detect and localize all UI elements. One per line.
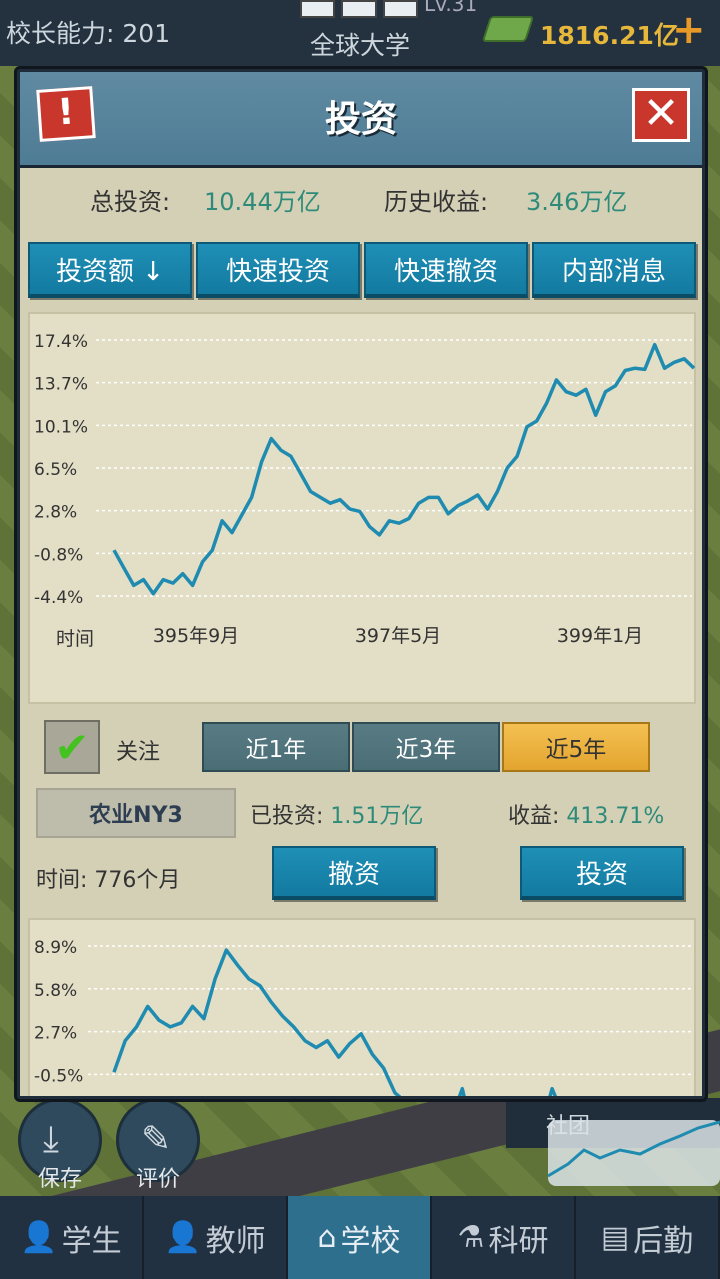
dialog-title: 投资 [324, 99, 397, 140]
x-tick-label: 399年1月 [557, 625, 643, 647]
school-level: Lv.31 [424, 0, 478, 16]
range-selector: 近1年 近3年 近5年 [202, 722, 650, 772]
top-bar: 校长能力: 201 Lv.31 全球大学 1816.21亿 + [0, 0, 720, 66]
time-label: 时间: [36, 868, 88, 893]
y-tick-label: 6.5% [34, 460, 77, 480]
nav-school[interactable]: ⌂ 学校 [288, 1196, 432, 1279]
nav-school-label: 学校 [340, 1223, 401, 1259]
quick-invest-button[interactable]: 快速投资 [196, 242, 360, 298]
invested-info: 已投资: 1.51万亿 [250, 798, 423, 830]
nav-teachers[interactable]: 👤 教师 [144, 1196, 288, 1279]
watch-checkbox[interactable]: ✔ [44, 720, 100, 774]
nav-research[interactable]: ⚗ 科研 [432, 1196, 576, 1279]
nav-logistics-label: 后勤 [633, 1223, 694, 1259]
y-tick-label: 2.7% [34, 1024, 77, 1044]
y-tick-label: 13.7% [34, 375, 88, 395]
range-5y-button[interactable]: 近5年 [502, 722, 650, 772]
nav-students[interactable]: 👤 学生 [0, 1196, 144, 1279]
review-button[interactable]: ✎ 评价 [116, 1098, 200, 1192]
profit-value: 413.71% [566, 804, 665, 829]
price-chart-2-svg: 8.9%5.8%2.7%-0.5%-3.6%-6.7% [34, 938, 692, 1096]
school-icon: ⌂ [317, 1220, 337, 1255]
clipboard-icon: ▤ [600, 1220, 630, 1255]
hold-time-info: 时间: 776个月 [36, 862, 180, 894]
download-icon: ⤓ [43, 1119, 59, 1160]
invested-value: 1.51万亿 [330, 804, 424, 829]
mini-chart [547, 1120, 720, 1186]
check-icon: ✔ [54, 722, 90, 772]
watch-label: 关注 [116, 740, 161, 765]
save-label: 保存 [37, 1167, 82, 1192]
invest-summary: 总投资: 10.44万亿 历史收益: 3.46万亿 [20, 182, 702, 218]
y-tick-label: -4.4% [34, 588, 83, 608]
stock-name-tag: 农业NY3 [36, 788, 236, 838]
nav-students-label: 学生 [61, 1223, 122, 1259]
review-label: 评价 [135, 1167, 180, 1192]
dialog-header: ! 投资 ✕ [20, 72, 702, 168]
nav-logistics[interactable]: ▤ 后勤 [576, 1196, 720, 1279]
profit-label: 收益: [508, 804, 560, 829]
y-tick-label: 5.8% [34, 981, 77, 1001]
teacher-icon: 👤 [164, 1220, 202, 1255]
time-value: 776个月 [94, 868, 181, 893]
save-button[interactable]: ⤓ 保存 [18, 1098, 102, 1192]
school-building-icon [300, 0, 418, 18]
action-row: 投资额 ↓ 快速投资 快速撤资 内部消息 [28, 242, 696, 298]
total-invest-value: 10.44万亿 [204, 188, 321, 216]
range-1y-button[interactable]: 近1年 [202, 722, 350, 772]
student-icon: 👤 [20, 1220, 58, 1255]
x-tick-label: 397年5月 [355, 625, 441, 647]
insider-news-button[interactable]: 内部消息 [532, 242, 696, 298]
invest-button[interactable]: 投资 [520, 846, 684, 900]
invested-label: 已投资: [250, 804, 324, 829]
invest-dialog: ! 投资 ✕ 总投资: 10.44万亿 历史收益: 3.46万亿 投资额 ↓ 快… [14, 66, 708, 1102]
price-chart-svg: 17.4% 13.7% 10.1% 6.5% 2.8% -0.8% -4.4% 395年9月 3… [34, 332, 696, 647]
withdraw-button[interactable]: 撤资 [272, 846, 436, 900]
money-value: 1816.21亿 [540, 21, 679, 50]
profit-info: 收益: 413.71% [508, 798, 664, 830]
y-tick-label: 8.9% [34, 938, 77, 958]
nav-research-label: 科研 [488, 1223, 549, 1259]
bottom-nav: 👤 学生 👤 教师 ⌂ 学校 ⚗ 科研 ▤ 后勤 [0, 1196, 720, 1279]
history-profit-label: 历史收益: [384, 188, 489, 216]
close-icon[interactable]: ✕ [632, 88, 690, 142]
range-3y-button[interactable]: 近3年 [352, 722, 500, 772]
dialog-body: 总投资: 10.44万亿 历史收益: 3.46万亿 投资额 ↓ 快速投资 快速撤… [20, 168, 702, 1096]
price-chart-2: 8.9%5.8%2.7%-0.5%-3.6%-6.7% [28, 918, 696, 1096]
plus-icon[interactable]: + [672, 10, 706, 50]
y-tick-label: 2.8% [34, 503, 77, 523]
price-chart: 17.4% 13.7% 10.1% 6.5% 2.8% -0.8% -4.4% 395年9月 3… [28, 312, 696, 704]
y-tick-label: -0.5% [34, 1066, 83, 1086]
money-icon [481, 16, 535, 42]
flask-icon: ⚗ [457, 1220, 485, 1255]
total-invest-label: 总投资: [90, 188, 171, 216]
sort-amount-button[interactable]: 投资额 ↓ [28, 242, 192, 298]
quick-withdraw-button[interactable]: 快速撤资 [364, 242, 528, 298]
nav-teachers-label: 教师 [205, 1223, 266, 1259]
pen-icon: ✎ [141, 1119, 172, 1160]
y-tick-label: 10.1% [34, 417, 88, 437]
history-profit-value: 3.46万亿 [526, 188, 628, 216]
y-tick-label: -0.8% [34, 545, 83, 565]
y-tick-label: 17.4% [34, 332, 88, 352]
x-tick-label: 395年9月 [153, 625, 239, 647]
x-axis-label: 时间 [56, 628, 95, 650]
